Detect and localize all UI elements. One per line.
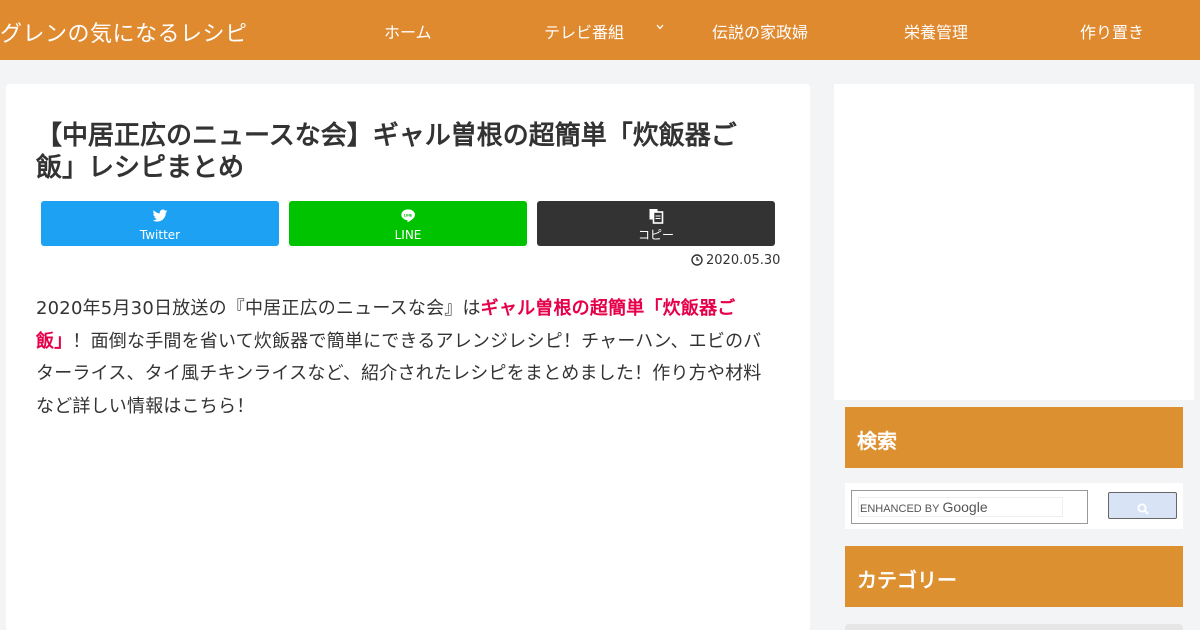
copy-button[interactable]: コピー bbox=[537, 201, 775, 246]
chevron-down-icon[interactable] bbox=[655, 22, 665, 32]
search-placeholder: ENHANCED BY Google bbox=[860, 499, 988, 515]
google-brand: Google bbox=[942, 499, 988, 515]
line-icon: LINE bbox=[400, 208, 416, 224]
category-list[interactable] bbox=[845, 624, 1183, 630]
copy-icon bbox=[648, 208, 664, 224]
share-line-button[interactable]: LINE LINE bbox=[289, 201, 527, 246]
search-button[interactable] bbox=[1108, 492, 1177, 519]
category-widget-title-text: カテゴリー bbox=[857, 568, 957, 592]
sidebar-ad-slot bbox=[834, 84, 1194, 400]
nav-item-home[interactable]: ホーム bbox=[384, 19, 432, 43]
category-widget-title: カテゴリー bbox=[845, 546, 1183, 607]
copy-label: コピー bbox=[637, 228, 674, 242]
share-line-label: LINE bbox=[394, 228, 422, 242]
site-header: グレンの気になるレシピ ホーム テレビ番組 伝説の家政婦 栄養管理 作り置き bbox=[0, 0, 1200, 60]
site-title[interactable]: グレンの気になるレシピ bbox=[0, 16, 248, 48]
page-title: 【中居正広のニュースな会】ギャル曽根の超簡単「炊飯器ご飯」レシピまとめ bbox=[36, 121, 737, 183]
share-twitter-button[interactable]: Twitter bbox=[41, 201, 279, 246]
search-widget-title: 検索 bbox=[845, 407, 1183, 468]
post-date-text: 2020.05.30 bbox=[706, 253, 781, 268]
search-placeholder-prefix: ENHANCED BY bbox=[860, 503, 940, 515]
intro-text-start: 2020年5月30日放送の『中居正広のニュースな会』は bbox=[36, 298, 481, 319]
article-main: 【中居正広のニュースな会】ギャル曽根の超簡単「炊飯器ご飯」レシピまとめ Twit… bbox=[6, 84, 810, 630]
svg-text:LINE: LINE bbox=[404, 213, 413, 217]
nav-item-tv[interactable]: テレビ番組 bbox=[544, 19, 624, 43]
clock-icon bbox=[691, 254, 703, 270]
search-input[interactable]: ENHANCED BY Google bbox=[851, 490, 1088, 524]
search-widget: ENHANCED BY Google bbox=[845, 483, 1183, 529]
search-icon bbox=[1137, 500, 1149, 519]
nav-item-housekeeper[interactable]: 伝説の家政婦 bbox=[712, 19, 808, 43]
search-widget-title-text: 検索 bbox=[857, 429, 897, 453]
nav-item-prep[interactable]: 作り置き bbox=[1080, 19, 1144, 43]
intro-text-end: ！面倒な手間を省いて炊飯器で簡単にできるアレンジレシピ！チャーハン、エビのバター… bbox=[36, 330, 762, 417]
post-date: 2020.05.30 bbox=[691, 253, 780, 270]
share-twitter-label: Twitter bbox=[139, 228, 181, 242]
nav-item-nutrition[interactable]: 栄養管理 bbox=[904, 19, 968, 43]
article-intro: 2020年5月30日放送の『中居正広のニュースな会』はギャル曽根の超簡単「炊飯器… bbox=[36, 293, 778, 423]
twitter-icon bbox=[152, 208, 168, 224]
